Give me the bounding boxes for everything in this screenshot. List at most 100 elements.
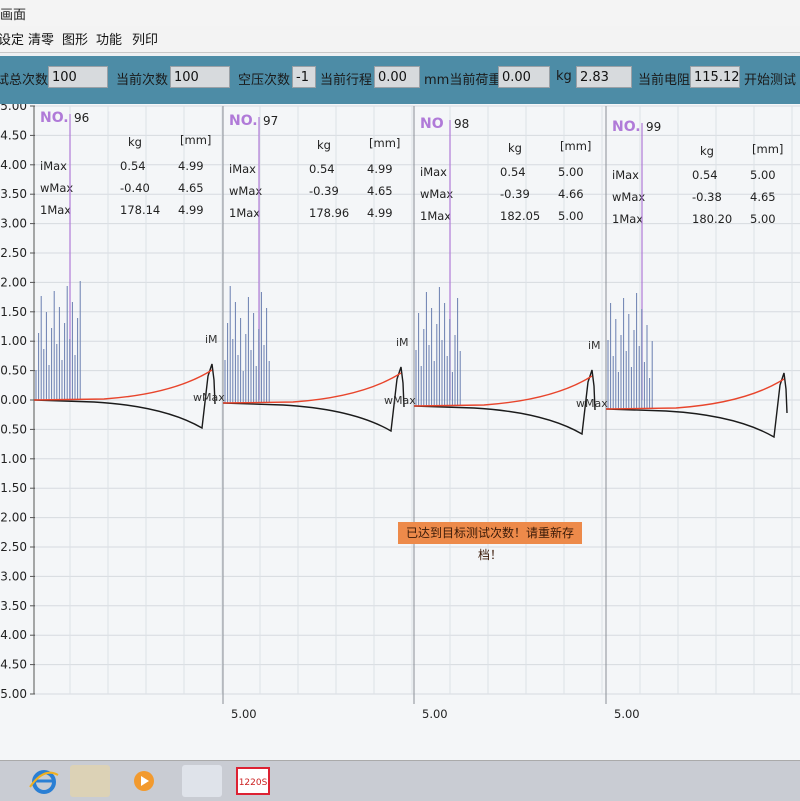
menu-print[interactable]: 列印 [132,29,158,48]
test-no-label: NO. [40,110,69,126]
col-kg-header: kg [128,135,142,149]
ie-logo-shape [29,770,59,794]
y-tick-label: -0.50 [0,422,27,436]
stat-row-kg: 0.54 [309,162,335,176]
total-tests-label: 试总次数 [0,73,49,88]
y-tick-label: 4.00 [0,158,27,172]
col-mm-header: [mm] [560,139,591,153]
y-tick-label: -2.50 [0,540,27,554]
media-player-shape [134,771,154,791]
current-count-field[interactable]: 100 [170,66,230,88]
col-mm-header: [mm] [369,136,400,150]
stat-row-name: iMax [40,159,67,173]
force-curve [605,378,785,410]
current-stroke-field[interactable]: 0.00 [374,66,420,88]
app-window-icon[interactable] [182,765,222,797]
kg-unit-label: kg [556,69,572,84]
media-player-icon[interactable] [124,765,164,797]
stat-row-name: 1Max [612,212,643,226]
col-mm-header: [mm] [180,133,211,147]
stat-row-mm: 5.00 [750,168,776,182]
taskbar-badge[interactable]: 1220S [236,767,270,795]
resistance-spikes [415,287,461,406]
force-curve [33,369,213,401]
menu-function[interactable]: 功能 [96,29,122,48]
window-title: 画面 [0,8,27,23]
menu-clear[interactable]: 清零 [28,29,54,48]
stat-row-kg: -0.40 [120,181,150,195]
stat-row-name: 1Max [40,203,71,217]
wmax-marker-label: wMax [576,397,608,410]
stat-row-kg: 182.05 [500,209,540,223]
y-tick-label: -1.50 [0,481,27,495]
panel-bottom-label: 5.00 [231,707,257,721]
wmax-marker-label: wMax [384,394,416,407]
test-no-label: NO. [229,113,258,129]
y-tick-label: -1.00 [0,452,27,466]
stat-row-name: iMax [229,162,256,176]
stat-row-name: wMax [229,184,262,198]
total-tests-field[interactable]: 100 [48,66,108,88]
stat-row-kg: 178.96 [309,206,349,220]
stat-row-mm: 4.65 [750,190,776,204]
stat-row-mm: 4.99 [178,203,204,217]
resistance-spikes [224,286,270,403]
plot-area: 5.00 4.50 4.00 3.50 3.00 2.50 2.00 1.50 1.00 0.50… [0,104,800,760]
resistance-spikes [607,293,653,409]
y-tick-label: -4.00 [0,628,27,642]
stat-row-kg: 0.54 [692,168,718,182]
ie-browser-icon[interactable] [24,765,64,797]
load-curve [413,369,596,436]
test-no-value: 97 [263,114,278,128]
air-press-count-field[interactable]: -1 [292,66,316,88]
stat-row-kg: 180.20 [692,212,732,226]
load-curve [605,372,788,439]
panel-bottom-label: 5.00 [614,707,640,721]
col-kg-header: kg [508,141,522,155]
resistance-spikes [35,281,81,400]
force-curve [413,375,593,407]
stat-row-name: wMax [612,190,645,204]
status-message: 已达到目标测试次数！请重新存档！ [398,522,582,562]
test-curves-plot: 5.00 4.50 4.00 3.50 3.00 2.50 2.00 1.50 1.00 0.50… [0,104,800,721]
kg-value-field[interactable]: 2.83 [576,66,632,88]
stat-row-name: wMax [40,181,73,195]
air-press-count-label: 空压次数 [238,73,291,88]
menu-graph[interactable]: 图形 [62,29,88,48]
col-kg-header: kg [317,138,331,152]
test-no-value: 99 [646,120,661,134]
panel-bottom-label: 5.00 [422,707,448,721]
stat-row-name: wMax [420,187,453,201]
y-tick-label: 5.00 [0,104,27,113]
stat-row-mm: 4.99 [367,206,393,220]
stat-row-kg: -0.38 [692,190,722,204]
taskbar: 1220S [0,760,800,801]
stat-row-mm: 4.99 [367,162,393,176]
y-tick-label: 2.00 [0,275,27,289]
menu-settings[interactable]: 设定 [0,29,24,48]
y-tick-label: 0.50 [0,364,27,378]
stat-row-kg: -0.39 [309,184,339,198]
y-tick-label: 1.00 [0,334,27,348]
current-resistance-label: 当前电阻 [638,73,691,88]
menubar: 设定 清零 图形 功能 列印 [0,26,800,53]
y-tick-label: 3.00 [0,217,27,231]
y-tick-label: 2.50 [0,246,27,260]
load-curve [222,366,405,433]
current-resistance-field[interactable]: 115.12 [690,66,740,88]
parameter-bar: 试总次数 100 当前次数 100 空压次数 -1 当前行程 0.00 mm当前… [0,56,800,104]
current-stroke-label: 当前行程 [320,73,373,88]
explorer-icon[interactable] [70,765,110,797]
stat-row-name: iMax [612,168,639,182]
stat-row-mm: 4.99 [178,159,204,173]
stat-row-kg: 178.14 [120,203,160,217]
y-tick-label: 3.50 [0,187,27,201]
stat-row-name: iMax [420,165,447,179]
start-test-label[interactable]: 开始测试 [744,69,796,88]
stat-row-kg: -0.39 [500,187,530,201]
imax-marker-label: iM [205,333,218,346]
y-tick-label: -3.00 [0,569,27,583]
col-kg-header: kg [700,144,714,158]
current-count-label: 当前次数 [116,73,169,88]
current-load-field[interactable]: 0.00 [498,66,550,88]
